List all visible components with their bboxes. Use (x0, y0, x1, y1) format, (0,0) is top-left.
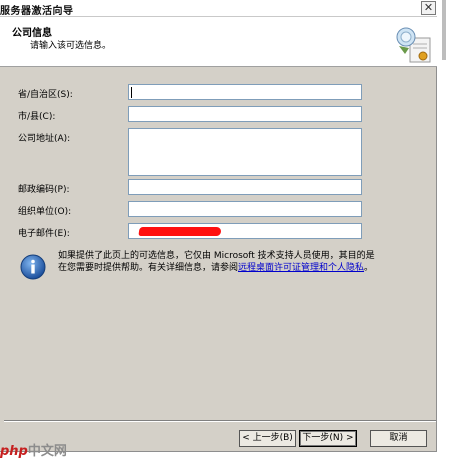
window-title: 服务器激活向导 (0, 6, 74, 17)
next-button[interactable]: 下一步(N) > (299, 430, 357, 447)
wizard-certificate-icon (396, 27, 431, 63)
city-field[interactable] (128, 106, 362, 122)
scrollbar-thumb[interactable] (442, 0, 446, 60)
scrollbar-strip (440, 0, 450, 464)
email-label: 电子邮件(E): (18, 229, 70, 239)
watermark-brand: 中文网 (27, 444, 67, 459)
postal-code-label: 邮政编码(P): (18, 185, 70, 195)
title-bar: 服务器激活向导 ✕ (0, 0, 437, 17)
info-icon (20, 254, 46, 280)
close-button[interactable]: ✕ (421, 1, 436, 15)
postal-code-field[interactable] (128, 179, 362, 195)
text-caret (131, 87, 132, 98)
province-field[interactable] (128, 84, 362, 100)
back-button[interactable]: < 上一步(B) (239, 430, 296, 447)
site-watermark: php中文网 (0, 440, 67, 459)
page-title: 公司信息 (12, 28, 52, 39)
cancel-button[interactable]: 取消 (370, 430, 427, 447)
city-label: 市/县(C): (18, 112, 56, 122)
redaction-mark (138, 227, 222, 236)
email-field[interactable] (128, 223, 362, 239)
wizard-header: 公司信息 请输入该可选信息。 (0, 17, 437, 67)
address-label: 公司地址(A): (18, 134, 71, 144)
activation-wizard-window: 服务器激活向导 ✕ 公司信息 请输入该可选信息。 省/自治区(S): 市/县(C… (0, 0, 437, 452)
privacy-link[interactable]: 远程桌面许可证管理和个人隐私 (238, 263, 364, 273)
privacy-notice: 如果提供了此页上的可选信息，它仅由 Microsoft 技术支持人员使用，其目的… (58, 250, 378, 274)
org-unit-label: 组织单位(O): (18, 207, 72, 217)
province-label: 省/自治区(S): (18, 90, 73, 100)
privacy-notice-suffix: 。 (364, 263, 374, 273)
watermark-prefix: php (0, 444, 28, 459)
address-field[interactable] (128, 128, 362, 176)
button-separator (4, 420, 436, 422)
page-subtitle: 请输入该可选信息。 (30, 41, 112, 51)
org-unit-field[interactable] (128, 201, 362, 217)
